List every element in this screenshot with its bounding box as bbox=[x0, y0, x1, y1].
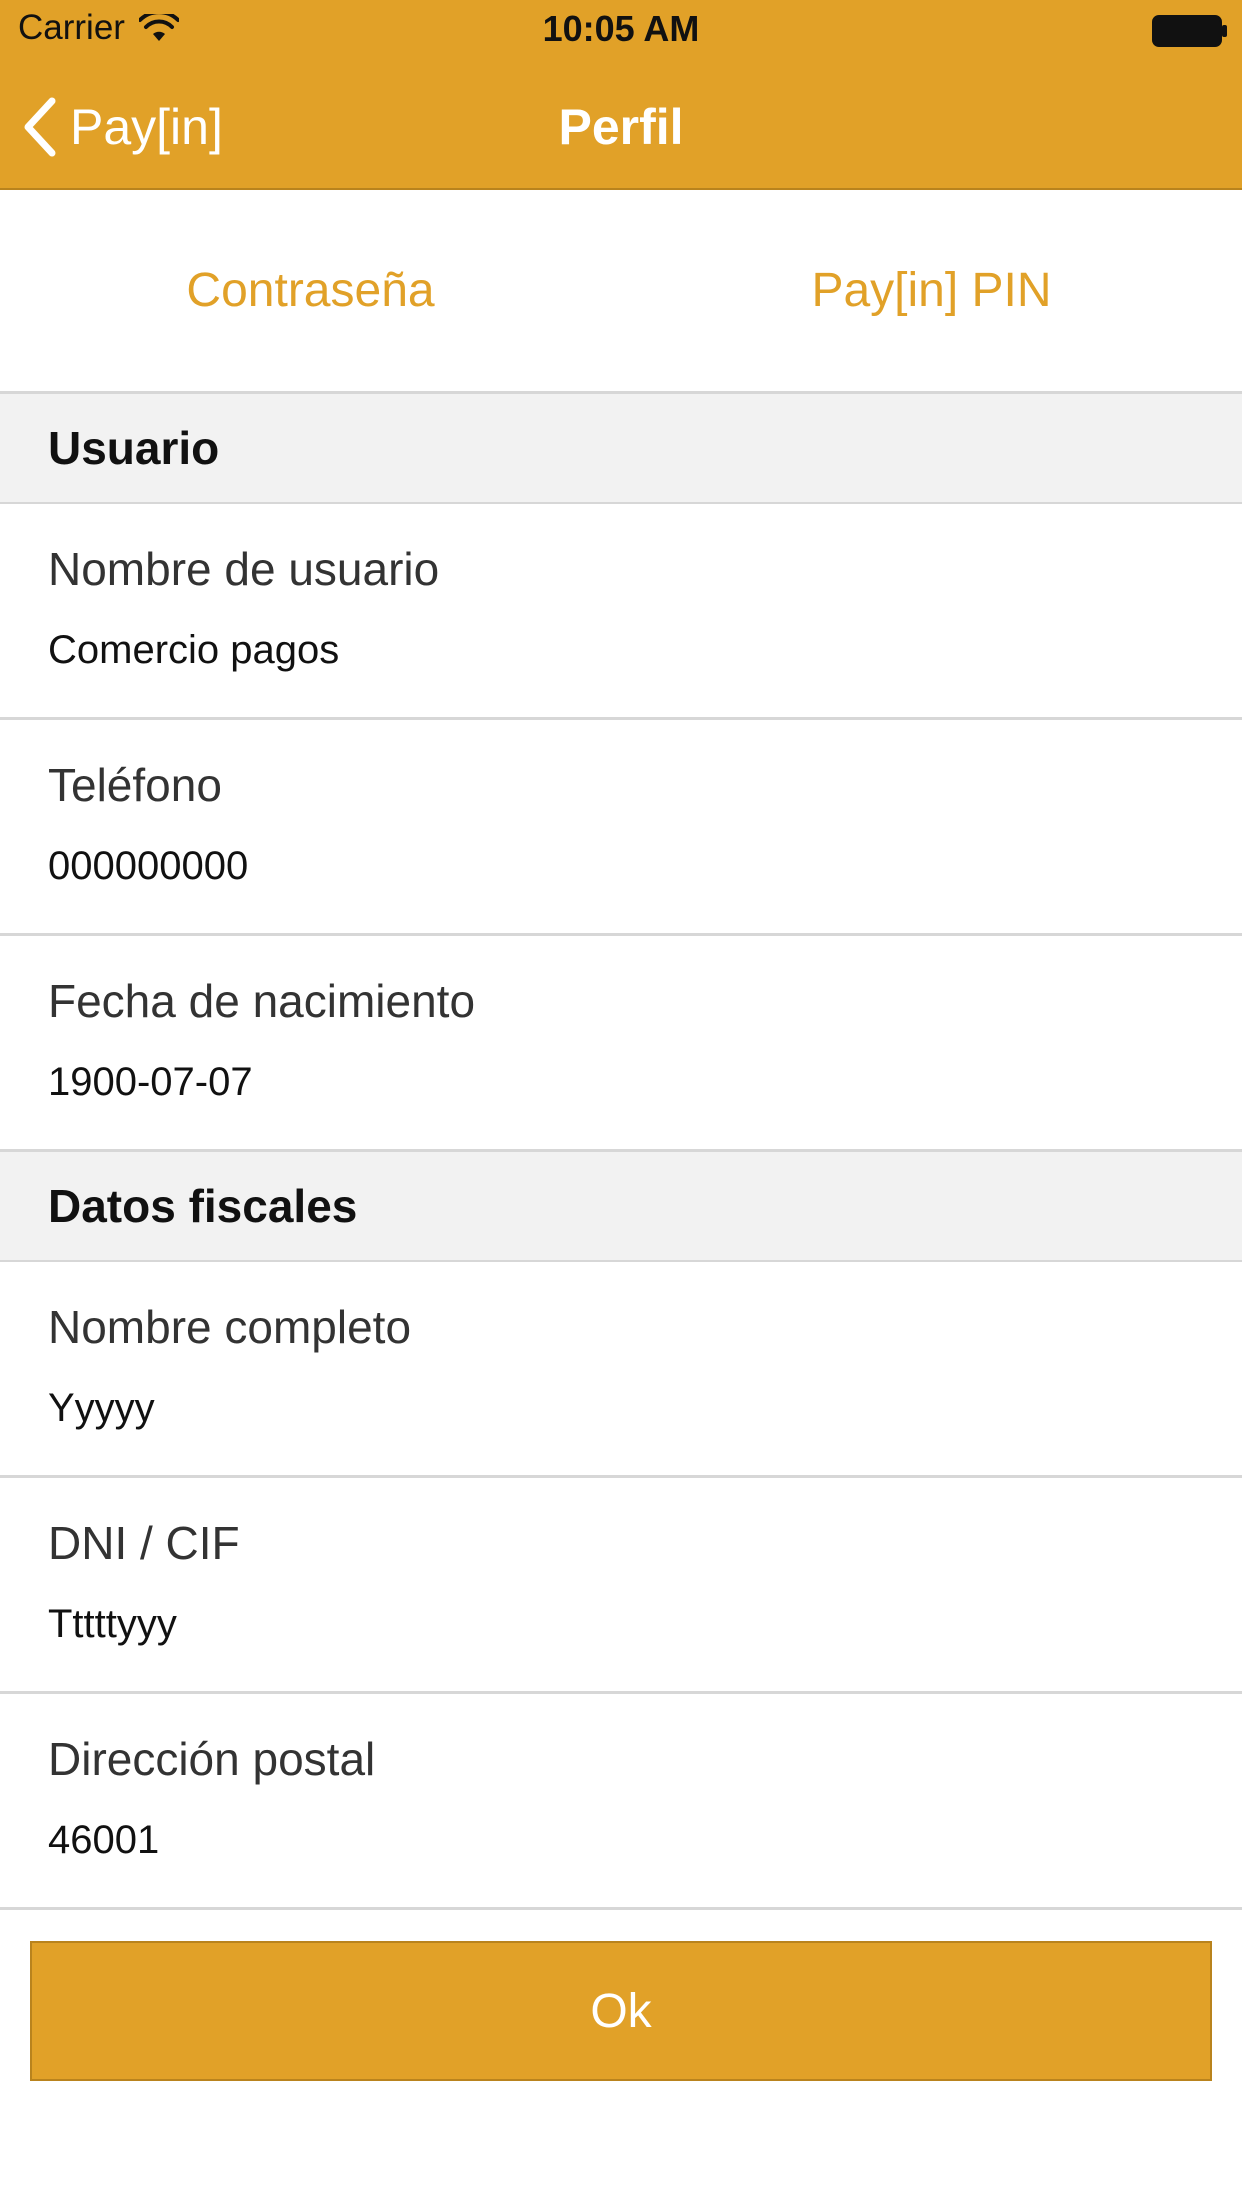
field-fecha-de-nacimiento[interactable]: Fecha de nacimiento 1900-07-07 bbox=[0, 936, 1242, 1152]
status-time: 10:05 AM bbox=[542, 8, 700, 49]
page-title: Perfil bbox=[558, 99, 684, 155]
field-telefono[interactable]: Teléfono 000000000 bbox=[0, 720, 1242, 936]
field-dni-cif[interactable]: DNI / CIF Tttttyyy bbox=[0, 1478, 1242, 1694]
ok-button[interactable]: Ok bbox=[30, 1941, 1212, 2081]
tab-payin-pin[interactable]: Pay[in] PIN bbox=[621, 190, 1242, 391]
field-label: Nombre de usuario bbox=[48, 543, 440, 595]
field-label: Fecha de nacimiento bbox=[48, 975, 476, 1027]
field-label: Nombre completo bbox=[48, 1301, 412, 1353]
field-label: Teléfono bbox=[48, 759, 222, 811]
field-value[interactable]: Comercio pagos bbox=[48, 628, 339, 673]
field-value[interactable]: Tttttyyy bbox=[48, 1602, 177, 1647]
field-label: DNI / CIF bbox=[48, 1517, 240, 1569]
field-value[interactable]: 46001 bbox=[48, 1818, 159, 1863]
field-direccion-postal[interactable]: Dirección postal 46001 bbox=[0, 1694, 1242, 1910]
section-header-usuario: Usuario bbox=[0, 394, 1242, 504]
navigation-bar: Carrier 10:05 AM Pay[in] Perfil bbox=[0, 0, 1242, 190]
field-nombre-completo[interactable]: Nombre completo Yyyyy bbox=[0, 1262, 1242, 1478]
battery-icon bbox=[1152, 14, 1228, 48]
field-label: Dirección postal bbox=[48, 1733, 376, 1785]
field-nombre-de-usuario[interactable]: Nombre de usuario Comercio pagos bbox=[0, 504, 1242, 720]
tab-bar: Contraseña Pay[in] PIN bbox=[0, 190, 1242, 394]
field-value[interactable]: 1900-07-07 bbox=[48, 1060, 253, 1105]
tab-contrasena[interactable]: Contraseña bbox=[0, 190, 621, 391]
field-value[interactable]: Yyyyy bbox=[48, 1386, 155, 1431]
field-value[interactable]: 000000000 bbox=[48, 844, 248, 889]
section-header-datos-fiscales: Datos fiscales bbox=[0, 1152, 1242, 1262]
